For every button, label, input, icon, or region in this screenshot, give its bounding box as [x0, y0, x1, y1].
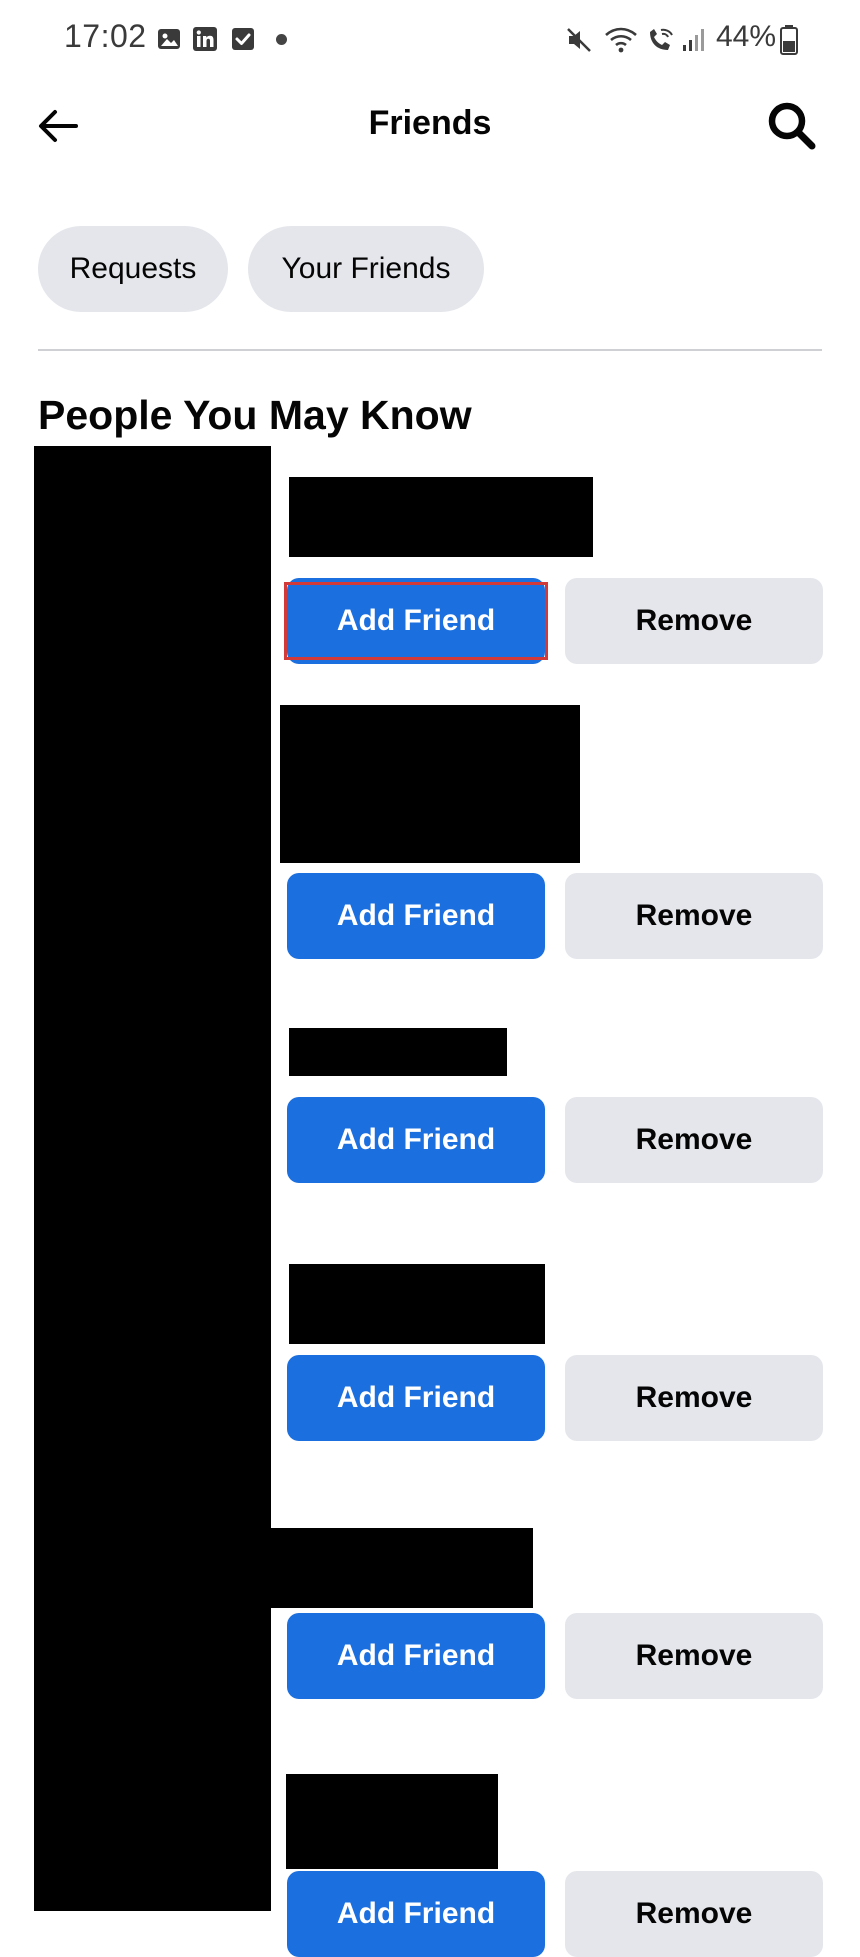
remove-button[interactable]: Remove [565, 1871, 823, 1957]
top-app-bar: Friends [0, 90, 860, 166]
redacted-name [286, 1774, 498, 1869]
status-time: 17:02 [64, 18, 147, 54]
battery-icon [780, 24, 798, 56]
requests-chip[interactable]: Requests [38, 226, 228, 312]
add-friend-button[interactable]: Add Friend [287, 1871, 545, 1957]
your-friends-chip[interactable]: Your Friends [248, 226, 484, 312]
remove-button[interactable]: Remove [565, 1097, 823, 1183]
page-title: Friends [368, 104, 492, 142]
remove-button[interactable]: Remove [565, 1355, 823, 1441]
wifi-icon [604, 26, 638, 53]
wifi-call-icon [646, 26, 676, 52]
checkbox-icon [230, 26, 256, 52]
redacted-name [289, 1028, 507, 1076]
divider [38, 349, 822, 351]
mute-icon [565, 26, 591, 52]
notification-dot [276, 34, 287, 45]
linkedin-icon [192, 26, 218, 52]
add-friend-button[interactable]: Add Friend [287, 873, 545, 959]
signal-icon [682, 26, 706, 52]
section-title: People You May Know [38, 392, 472, 438]
redacted-name [270, 1528, 533, 1608]
redacted-name [289, 477, 593, 557]
status-bar: 17:02 44% [0, 0, 860, 80]
remove-button[interactable]: Remove [565, 873, 823, 959]
add-friend-button[interactable]: Add Friend [287, 1097, 545, 1183]
search-icon [765, 99, 819, 158]
search-button[interactable] [760, 96, 824, 160]
redacted-profile-photos [34, 446, 271, 1911]
remove-button[interactable]: Remove [565, 578, 823, 664]
add-friend-button[interactable]: Add Friend [287, 578, 545, 664]
add-friend-button[interactable]: Add Friend [287, 1613, 545, 1699]
gallery-icon [156, 26, 182, 52]
remove-button[interactable]: Remove [565, 1613, 823, 1699]
redacted-name [289, 1264, 545, 1344]
redacted-name [280, 705, 580, 863]
add-friend-button[interactable]: Add Friend [287, 1355, 545, 1441]
battery-percent: 44% [716, 20, 777, 53]
